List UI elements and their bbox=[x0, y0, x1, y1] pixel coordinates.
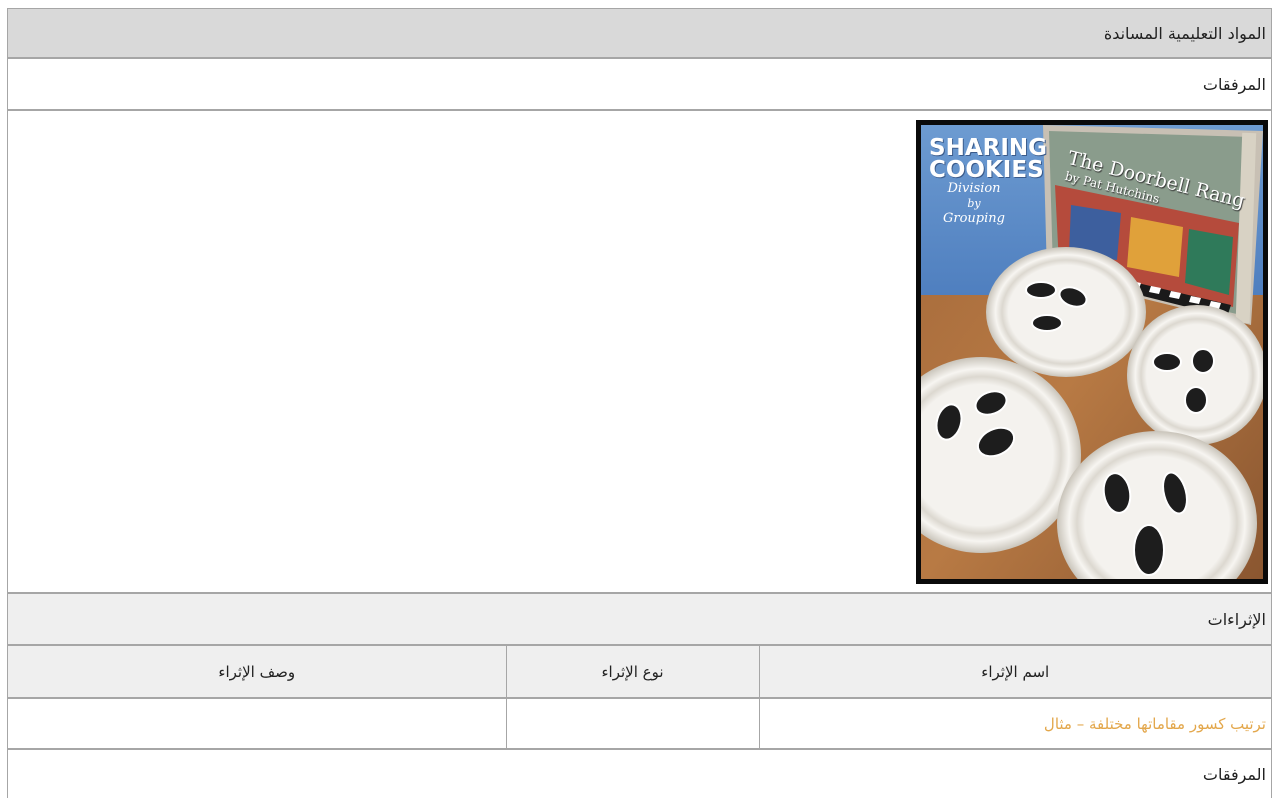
enrichments-table: اسم الإثراء نوع الإثراء وصف الإثراء ترتي… bbox=[8, 646, 1271, 750]
supporting-materials-panel: المواد التعليمية المساندة المرفقات SHARI… bbox=[7, 8, 1272, 798]
attachments-section-header-2: المرفقات bbox=[8, 750, 1271, 798]
column-header-type: نوع الإثراء bbox=[505, 646, 759, 699]
image-sub: Division by Grouping bbox=[929, 181, 1019, 226]
enrichment-name-cell: ترتيب كسور مقاماتها مختلفة – مثال bbox=[758, 698, 1271, 750]
image-caption: SHARING COOKIES Division by Grouping bbox=[929, 135, 1049, 227]
image-title-line1: SHARING bbox=[929, 135, 1048, 161]
attachments-label-2: المرفقات bbox=[1202, 764, 1266, 784]
enrichment-link[interactable]: ترتيب كسور مقاماتها مختلفة – مثال bbox=[1044, 715, 1266, 733]
enrichments-label: الإثراءات bbox=[1207, 609, 1266, 629]
panel-header: المواد التعليمية المساندة bbox=[8, 8, 1271, 59]
attachment-image[interactable]: SHARING COOKIES Division by Grouping The… bbox=[916, 120, 1268, 584]
attachments-label: المرفقات bbox=[1202, 74, 1266, 94]
enrichments-header-row: اسم الإثراء نوع الإثراء وصف الإثراء bbox=[8, 646, 1271, 699]
image-sub-line1: Division bbox=[947, 181, 1001, 196]
image-title-line2: COOKIES bbox=[929, 157, 1044, 183]
table-row: ترتيب كسور مقاماتها مختلفة – مثال bbox=[8, 698, 1271, 750]
attachments-media-area: SHARING COOKIES Division by Grouping The… bbox=[8, 111, 1271, 594]
column-header-description: وصف الإثراء bbox=[8, 646, 506, 699]
enrichment-description-cell bbox=[8, 698, 506, 750]
image-sub-line2: by bbox=[967, 197, 981, 210]
attachments-section-header: المرفقات bbox=[8, 59, 1271, 111]
enrichment-type-cell bbox=[505, 698, 759, 750]
column-header-name: اسم الإثراء bbox=[758, 646, 1271, 699]
enrichments-section-header: الإثراءات bbox=[8, 594, 1271, 646]
panel-title: المواد التعليمية المساندة bbox=[1103, 23, 1266, 43]
image-sub-line3: Grouping bbox=[943, 211, 1005, 226]
